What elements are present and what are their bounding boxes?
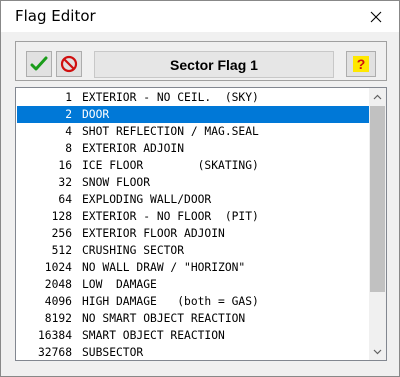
ok-button[interactable] [26, 51, 52, 77]
flag-label: NO SMART OBJECT REACTION [82, 312, 246, 325]
flag-value: 1024 [44, 261, 72, 274]
close-icon [370, 11, 382, 22]
list-item[interactable]: 512 CRUSHING SECTOR [17, 242, 369, 259]
flag-editor-window: Flag Editor Sector Flag 1 ? 1 EXTERIOR -… [0, 0, 400, 377]
list-item[interactable]: 32 SNOW FLOOR [17, 174, 369, 191]
scroll-up-button[interactable] [369, 88, 386, 105]
list-item[interactable]: 1 EXTERIOR - NO CEIL. (SKY) [17, 89, 369, 106]
flag-label: DOOR [82, 108, 110, 121]
flag-value: 32768 [37, 346, 72, 359]
chevron-down-icon [373, 349, 382, 354]
flag-label: CRUSHING SECTOR [82, 244, 185, 257]
flag-label: EXTERIOR - NO FLOOR (PIT) [82, 210, 259, 223]
list-item[interactable]: 2048 LOW DAMAGE [17, 276, 369, 293]
flag-value: 4096 [44, 295, 72, 308]
list-item[interactable]: 16 ICE FLOOR (SKATING) [17, 157, 369, 174]
flag-value: 2 [65, 108, 72, 121]
help-button[interactable]: ? [346, 51, 376, 77]
flag-value: 512 [51, 244, 72, 257]
flag-list[interactable]: 1 EXTERIOR - NO CEIL. (SKY) 2 DOOR 4 SHOT REF… [15, 87, 387, 361]
yellow-question-mark-icon: ? [353, 56, 369, 72]
list-item[interactable]: 4 SHOT REFLECTION / MAG.SEAL [17, 123, 369, 140]
list-item[interactable]: 256 EXTERIOR FLOOR ADJOIN [17, 225, 369, 242]
flag-label: HIGH DAMAGE (both = GAS) [82, 295, 259, 308]
flag-value: 64 [58, 193, 72, 206]
help-mark: ? [357, 56, 366, 72]
green-checkmark-icon [30, 56, 48, 71]
flag-value: 1 [65, 91, 72, 104]
cancel-button[interactable] [56, 51, 82, 77]
flag-label: EXPLODING WALL/DOOR [82, 193, 212, 206]
list-item[interactable]: 8192 NO SMART OBJECT REACTION [17, 310, 369, 327]
flag-value: 128 [51, 210, 72, 223]
flag-value: 8192 [44, 312, 72, 325]
flag-value: 2048 [44, 278, 72, 291]
flag-label: SMART OBJECT REACTION [82, 329, 225, 342]
flag-value: 16 [58, 159, 72, 172]
flag-label: SNOW FLOOR [82, 176, 151, 189]
flag-value: 32 [58, 176, 72, 189]
red-no-symbol-icon [60, 55, 78, 73]
window-title: Flag Editor [15, 7, 96, 25]
list-item[interactable]: 2 DOOR [17, 106, 369, 123]
chevron-up-icon [373, 94, 382, 99]
scroll-thumb[interactable] [370, 106, 385, 292]
list-item[interactable]: 16384 SMART OBJECT REACTION [17, 327, 369, 344]
toolbar: Sector Flag 1 ? [15, 41, 387, 81]
flag-label: SHOT REFLECTION / MAG.SEAL [82, 125, 259, 138]
flag-value: 8 [65, 142, 72, 155]
title-bar[interactable]: Flag Editor [1, 1, 399, 32]
flag-label: EXTERIOR - NO CEIL. (SKY) [82, 91, 259, 104]
flag-label: LOW DAMAGE [82, 278, 157, 291]
flag-value: 256 [51, 227, 72, 240]
vertical-scrollbar[interactable] [369, 88, 386, 360]
scroll-down-button[interactable] [369, 343, 386, 360]
list-item[interactable]: 4096 HIGH DAMAGE (both = GAS) [17, 293, 369, 310]
flag-value: 4 [65, 125, 72, 138]
flag-label: ICE FLOOR (SKATING) [82, 159, 259, 172]
flag-label: EXTERIOR ADJOIN [82, 142, 185, 155]
flag-value: 16384 [37, 329, 72, 342]
flag-label: SUBSECTOR [82, 346, 144, 359]
list-item[interactable]: 32768 SUBSECTOR [17, 344, 369, 360]
list-item[interactable]: 128 EXTERIOR - NO FLOOR (PIT) [17, 208, 369, 225]
flag-label: NO WALL DRAW / "HORIZON" [82, 261, 246, 274]
flag-label: EXTERIOR FLOOR ADJOIN [82, 227, 225, 240]
sector-flag-title: Sector Flag 1 [94, 51, 334, 78]
list-item[interactable]: 8 EXTERIOR ADJOIN [17, 140, 369, 157]
list-item[interactable]: 1024 NO WALL DRAW / "HORIZON" [17, 259, 369, 276]
list-item[interactable]: 64 EXPLODING WALL/DOOR [17, 191, 369, 208]
flag-list-rows: 1 EXTERIOR - NO CEIL. (SKY) 2 DOOR 4 SHOT REF… [17, 89, 369, 360]
close-button[interactable] [353, 1, 399, 32]
